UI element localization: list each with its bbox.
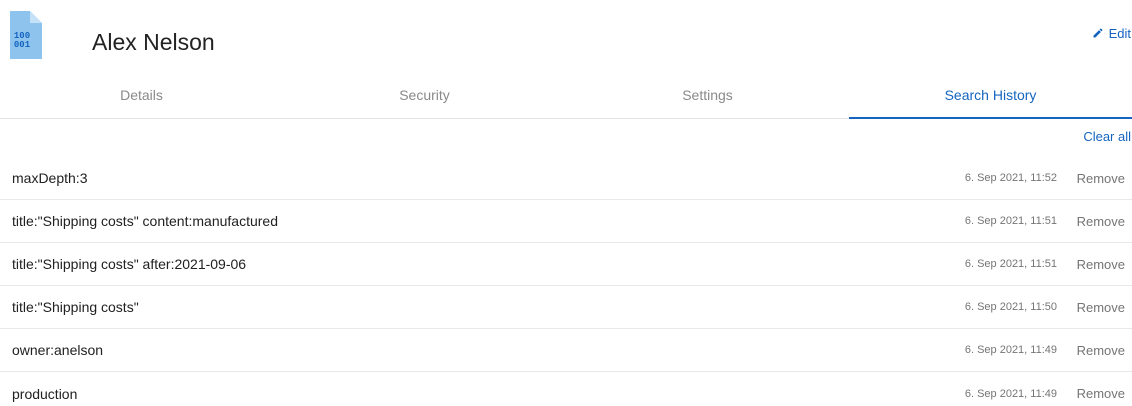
- tab-details[interactable]: Details: [0, 78, 283, 118]
- history-query: maxDepth:3: [12, 170, 88, 186]
- file-icon-digits-bottom: 001: [14, 40, 31, 50]
- search-history-list: maxDepth:3 6. Sep 2021, 11:52 Remove tit…: [0, 157, 1132, 406]
- binary-file-icon: 100 001: [10, 11, 42, 59]
- history-row[interactable]: title:"Shipping costs" after:2021-09-06 …: [0, 243, 1132, 286]
- edit-button[interactable]: Edit: [1086, 22, 1132, 44]
- history-query: title:"Shipping costs" content:manufactu…: [12, 213, 278, 229]
- tab-settings[interactable]: Settings: [566, 78, 849, 118]
- history-row[interactable]: title:"Shipping costs" 6. Sep 2021, 11:5…: [0, 286, 1132, 329]
- remove-button[interactable]: Remove: [1077, 171, 1125, 186]
- edit-label: Edit: [1108, 25, 1131, 41]
- history-query: title:"Shipping costs" after:2021-09-06: [12, 256, 247, 272]
- history-query: title:"Shipping costs": [12, 299, 139, 315]
- remove-button[interactable]: Remove: [1077, 343, 1125, 358]
- remove-button[interactable]: Remove: [1077, 386, 1125, 401]
- tab-bar: Details Security Settings Search History: [0, 78, 1132, 119]
- pencil-icon: [1093, 28, 1103, 38]
- tab-security[interactable]: Security: [283, 78, 566, 118]
- history-timestamp: 6. Sep 2021, 11:49: [964, 344, 1057, 356]
- history-row[interactable]: maxDepth:3 6. Sep 2021, 11:52 Remove: [0, 157, 1132, 200]
- tab-search-history[interactable]: Search History: [849, 78, 1132, 119]
- history-query: production: [12, 385, 78, 402]
- page-title: Alex Nelson: [92, 29, 215, 55]
- history-timestamp: 6. Sep 2021, 11:49: [964, 387, 1057, 400]
- history-row[interactable]: production 6. Sep 2021, 11:49 Remove: [0, 372, 1132, 406]
- remove-button[interactable]: Remove: [1077, 257, 1125, 272]
- clear-all-link[interactable]: Clear all: [1083, 128, 1131, 146]
- history-row[interactable]: title:"Shipping costs" content:manufactu…: [0, 200, 1132, 243]
- remove-button[interactable]: Remove: [1077, 300, 1125, 315]
- history-query: owner:anelson: [12, 342, 104, 358]
- profile-header: 100 001 Alex Nelson Edit: [0, 0, 1132, 78]
- history-timestamp: 6. Sep 2021, 11:51: [964, 215, 1057, 227]
- history-timestamp: 6. Sep 2021, 11:50: [964, 301, 1057, 313]
- history-timestamp: 6. Sep 2021, 11:52: [964, 172, 1057, 184]
- history-row[interactable]: owner:anelson 6. Sep 2021, 11:49 Remove: [0, 329, 1132, 372]
- history-timestamp: 6. Sep 2021, 11:51: [964, 258, 1057, 270]
- remove-button[interactable]: Remove: [1077, 214, 1125, 229]
